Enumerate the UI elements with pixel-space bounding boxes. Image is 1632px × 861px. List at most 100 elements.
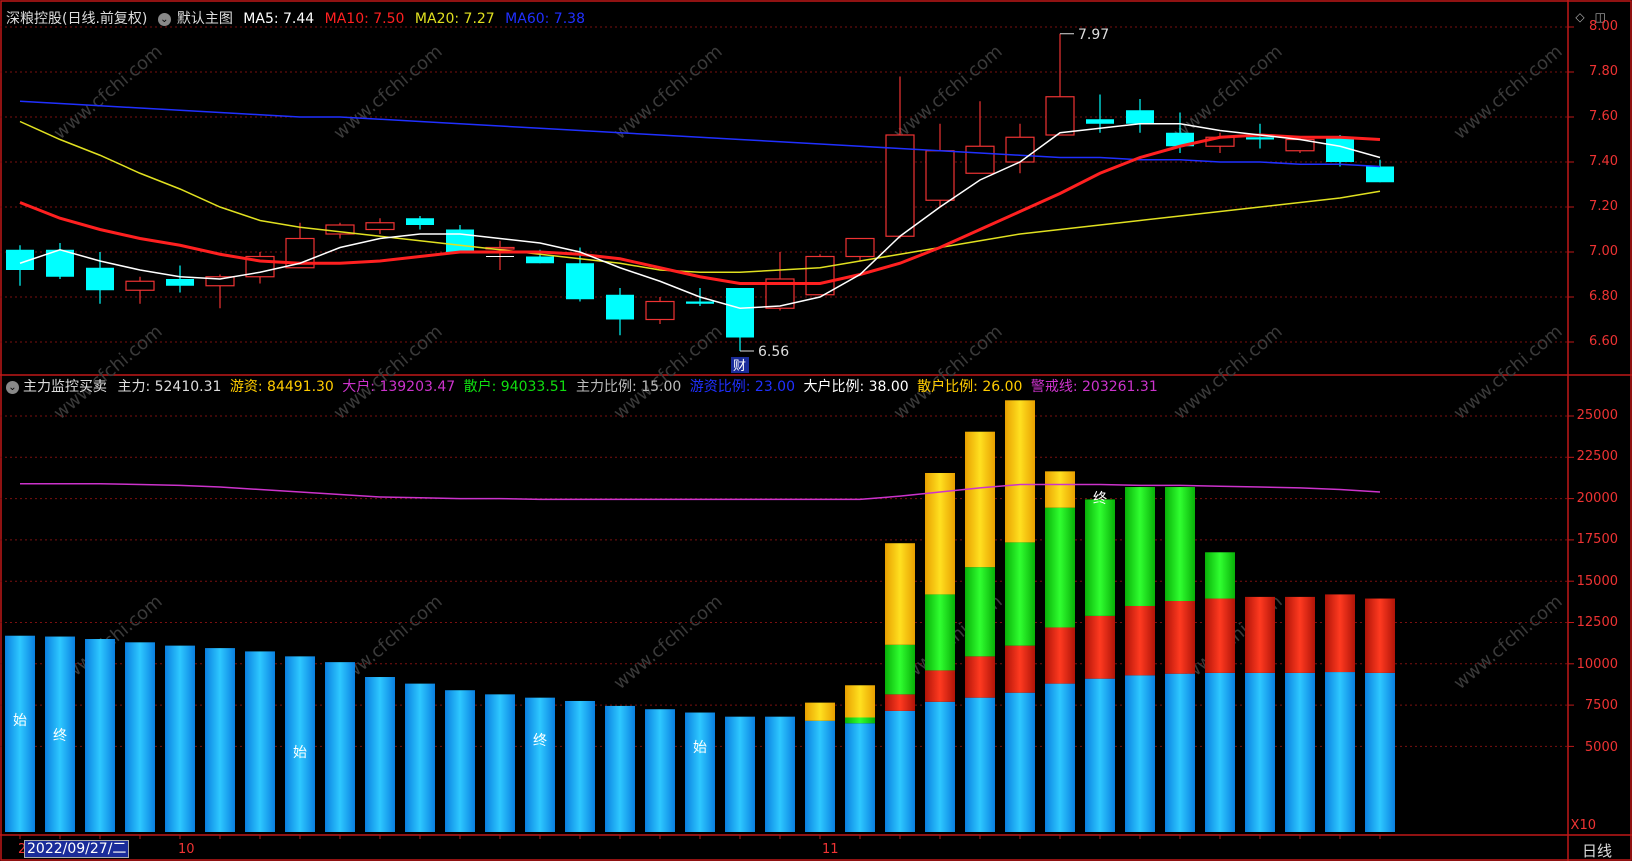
candle-body-down [566, 263, 594, 300]
candle-body-up [645, 300, 675, 321]
price-tick: 8.00 [1589, 19, 1618, 34]
bar-zhuli [245, 651, 275, 832]
bar-dahu [1005, 645, 1035, 693]
price-tick: 7.60 [1589, 109, 1618, 124]
zhuli-ratio: 主力比例: 15.00 [576, 379, 682, 395]
ma10-line [19, 133, 1381, 285]
bar-youzi [845, 685, 875, 718]
bar-dahu [1365, 598, 1395, 673]
bar-zhuli [165, 645, 195, 832]
watermark-text: www.cfchi.com [610, 591, 727, 694]
bar-zhuli [725, 716, 755, 832]
bar-zhuli [325, 662, 355, 832]
bar-zhuli [805, 720, 835, 832]
candle-body-down [86, 267, 114, 291]
period-desc: (日线.前复权) [62, 11, 148, 27]
watermark-text: www.cfchi.com [50, 321, 167, 424]
indicator-header: ⌄ 主力监控买卖 主力: 52410.31 游资: 84491.30 大户: 13… [6, 376, 1162, 396]
high-price-label: 7.97 [1078, 27, 1109, 43]
bar-sanhu [1125, 487, 1155, 606]
bar-zhuli [125, 642, 155, 832]
x-tick-month-10: 10 [178, 842, 195, 857]
candle-body-down [606, 294, 634, 320]
bar-dahu [1165, 601, 1195, 674]
bar-zhuli [685, 712, 715, 832]
price-tick: 7.00 [1589, 244, 1618, 259]
watermark-text: www.cfchi.com [1450, 321, 1567, 424]
dahu-value: 大户: 139203.47 [342, 379, 456, 395]
candle-body-up [845, 237, 875, 258]
watermark-text: www.cfchi.com [1170, 321, 1287, 424]
bar-dahu [1245, 596, 1275, 673]
bar-zhuli [1045, 683, 1075, 832]
watermark-text: www.cfchi.com [50, 41, 167, 144]
bar-youzi [1005, 400, 1035, 543]
bar-zhuli [365, 677, 395, 832]
watermark-text: www.cfchi.com [1450, 41, 1567, 144]
indicator-name[interactable]: 主力监控买卖 [23, 379, 107, 395]
bar-zhuli [1325, 672, 1355, 832]
stock-name[interactable]: 深粮控股 [6, 11, 62, 27]
bar-sanhu [1005, 542, 1035, 646]
bar-sanhu [1085, 499, 1115, 616]
alert-line-value: 警戒线: 203261.31 [1030, 379, 1158, 395]
candle-body-down [686, 301, 714, 304]
signal-marker: 终 [1093, 491, 1107, 507]
bar-dahu [1045, 627, 1075, 684]
candle-body-up [925, 150, 955, 201]
candle-body-up [1005, 136, 1035, 163]
chart-canvas: www.cfchi.com www.cfchi.com www.cfchi.com w… [0, 0, 1632, 861]
signal-marker: 始 [293, 745, 307, 761]
candle-body-down [446, 229, 474, 252]
candle-body-down [526, 256, 554, 264]
bar-zhuli [1245, 672, 1275, 832]
bar-dahu [965, 656, 995, 698]
diamond-icon[interactable]: ◇ [1575, 10, 1584, 24]
watermark-text: www.cfchi.com [330, 321, 447, 424]
chevron-down-icon[interactable]: ⌄ [6, 380, 19, 394]
signal-marker: 终 [533, 733, 547, 749]
bar-dahu [1085, 615, 1115, 679]
bar-zhuli [1165, 673, 1195, 832]
price-tick: 7.80 [1589, 64, 1618, 79]
candle-body-up [805, 255, 835, 296]
bar-zhuli [485, 694, 515, 832]
bar-dahu [1205, 598, 1235, 673]
bar-youzi [1045, 471, 1075, 508]
candle-body-down [726, 288, 754, 338]
bar-zhuli [1365, 672, 1395, 832]
youzi-ratio: 游资比例: 23.00 [689, 379, 795, 395]
vol-tick: 17500 [1576, 532, 1618, 547]
bar-sanhu [1205, 552, 1235, 599]
bar-dahu [885, 694, 915, 711]
cai-badge: 财 [733, 359, 746, 374]
period-selector[interactable]: 日线 [1582, 840, 1612, 861]
sanhu-ratio: 散户比例: 26.00 [917, 379, 1023, 395]
ma10-label: MA10: 7.50 [324, 11, 405, 27]
bar-zhuli [1285, 672, 1315, 832]
bar-zhuli [765, 716, 795, 832]
bar-youzi [885, 543, 915, 645]
bar-zhuli [925, 701, 955, 832]
template-name[interactable]: 默认主图 [177, 11, 233, 27]
bar-zhuli [85, 639, 115, 832]
bar-zhuli [405, 683, 435, 832]
bar-zhuli [565, 700, 595, 832]
watermark-text: www.cfchi.com [610, 41, 727, 144]
watermark-text: www.cfchi.com [890, 321, 1007, 424]
vol-tick: 22500 [1576, 449, 1618, 464]
vol-tick: 7500 [1584, 698, 1618, 713]
chevron-down-icon[interactable]: ⌄ [157, 12, 171, 26]
cursor-date: 2022/09/27/二 [24, 840, 130, 858]
ma20-label: MA20: 7.27 [414, 11, 495, 27]
bar-youzi [965, 431, 995, 568]
bar-sanhu [885, 644, 915, 695]
candle-body-up [1045, 96, 1075, 136]
bar-zhuli [605, 705, 635, 832]
bar-sanhu [925, 594, 955, 671]
zhuli-value: 主力: 52410.31 [117, 379, 222, 395]
candle-body-up [125, 280, 155, 291]
bar-sanhu [1045, 507, 1075, 628]
signal-marker: 始 [13, 713, 27, 729]
bar-zhuli [885, 710, 915, 832]
